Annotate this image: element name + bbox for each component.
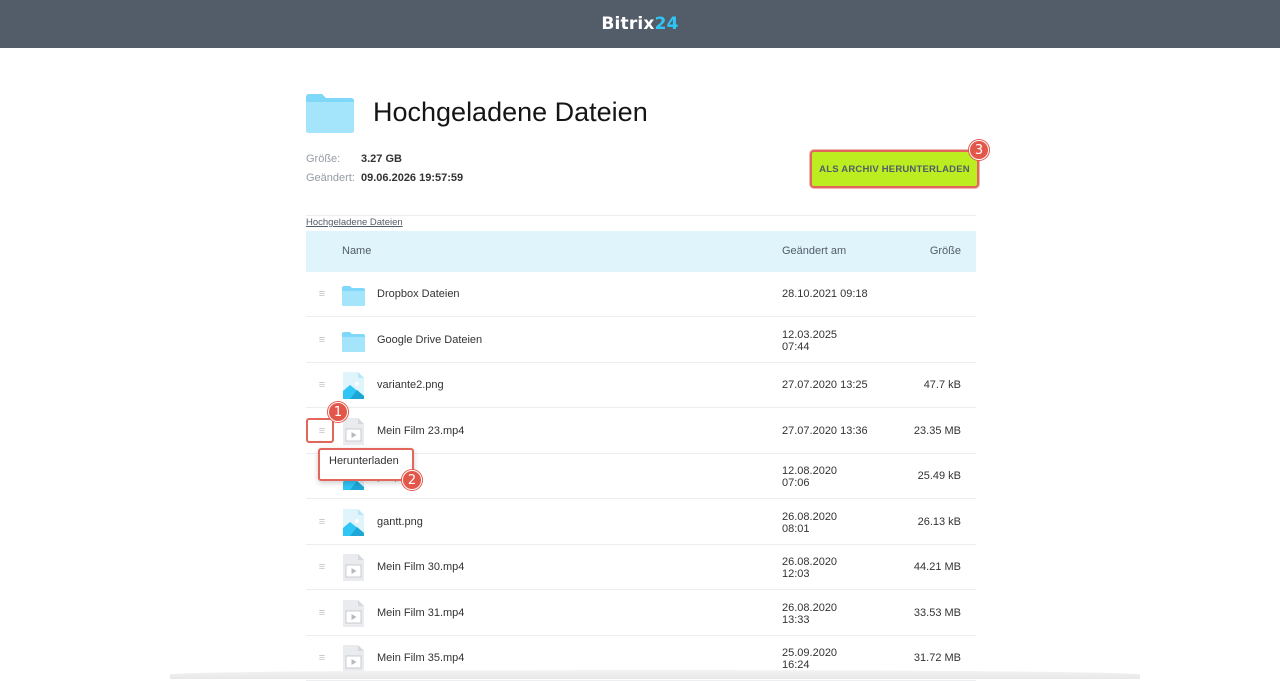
hamburger-menu-icon[interactable]: ≡ [316, 607, 328, 619]
modified-date: 25.09.2020 16:24 [782, 647, 872, 671]
table-row[interactable]: ≡ gantt.png 26.08.2020 08:01 26.13 kB [306, 500, 976, 545]
step-badge-2: 2 [402, 470, 422, 490]
bottom-edge [170, 670, 1140, 679]
modified-date: 26.08.2020 08:01 [782, 511, 872, 535]
modified-date-line1: 12.08.2020 [782, 465, 838, 477]
modified-date: 28.10.2021 09:18 [782, 288, 872, 300]
hamburger-menu-icon[interactable]: ≡ [316, 288, 328, 300]
file-size: 33.53 MB [913, 607, 961, 619]
video-file-icon[interactable] [342, 645, 365, 672]
modified-date-line1: 12.03.2025 [782, 329, 838, 341]
table-header: Name Geändert am Größe [306, 231, 976, 272]
image-file-icon[interactable] [342, 509, 365, 536]
step-badge-1: 1 [328, 402, 348, 422]
table-row[interactable]: ≡ Mein Film 30.mp4 26.08.2020 12:03 44.21 MB [306, 545, 976, 590]
modified-date: 26.08.2020 13:33 [782, 602, 872, 626]
changed-label: Geändert: [306, 172, 355, 184]
download-archive-button[interactable]: ALS ARCHIV HERUNTERLADEN [810, 150, 979, 188]
video-file-icon[interactable] [342, 418, 365, 445]
table-row[interactable]: ≡ Mein Film 31.mp4 26.08.2020 13:33 33.53 MB [306, 591, 976, 636]
table-row[interactable]: ≡ Google Drive Dateien 12.03.2025 07:44 [306, 318, 976, 363]
file-name[interactable]: gantt.png [377, 516, 423, 528]
size-info: Größe: 3.27 GB [306, 153, 402, 165]
file-name[interactable]: variante2.png [377, 379, 444, 391]
hamburger-menu-icon[interactable]: ≡ [316, 516, 328, 528]
modified-date-line2: 08:01 [782, 523, 810, 535]
step-badge-3: 3 [969, 140, 989, 160]
modified-date: 12.08.2020 07:06 [782, 465, 872, 489]
file-size: 31.72 MB [913, 652, 961, 664]
modified-date-line1: 26.08.2020 [782, 602, 838, 614]
top-bar: Bitrix24 [0, 0, 1280, 48]
modified-date: 12.03.2025 07:44 [782, 329, 872, 353]
divider [306, 215, 976, 216]
logo-number: 24 [654, 14, 679, 34]
hamburger-menu-icon[interactable]: ≡ [316, 561, 328, 573]
hamburger-menu-icon[interactable]: ≡ [316, 334, 328, 346]
modified-date-line2: 16:24 [782, 659, 810, 671]
modified-date-line1: 28.10.2021 09:18 [782, 288, 868, 300]
modified-date-line1: 25.09.2020 [782, 647, 838, 659]
breadcrumb[interactable]: Hochgeladene Dateien [306, 217, 403, 228]
modified-date: 27.07.2020 13:25 [782, 379, 872, 391]
modified-date-line1: 27.07.2020 13:36 [782, 425, 868, 437]
modified-date-line2: 13:33 [782, 614, 810, 626]
row-menu-highlight [306, 418, 334, 443]
size-value: 3.27 GB [361, 153, 402, 165]
table-row[interactable]: ≡ Dropbox Dateien 28.10.2021 09:18 [306, 272, 976, 317]
file-name[interactable]: Mein Film 30.mp4 [377, 561, 464, 573]
page-title: Hochgeladene Dateien [373, 97, 648, 127]
file-name[interactable]: Google Drive Dateien [377, 334, 482, 346]
file-name[interactable]: Mein Film 31.mp4 [377, 607, 464, 619]
modified-date: 27.07.2020 13:36 [782, 425, 872, 437]
file-name[interactable]: Mein Film 23.mp4 [377, 425, 464, 437]
file-size: 47.7 kB [923, 379, 961, 391]
image-file-icon[interactable] [342, 372, 365, 399]
folder-icon[interactable] [342, 327, 365, 354]
file-size: 44.21 MB [913, 561, 961, 573]
file-size: 25.49 kB [917, 470, 961, 482]
modified-date-line2: 12:03 [782, 568, 810, 580]
hamburger-menu-icon[interactable]: ≡ [316, 652, 328, 664]
modified-date-line1: 26.08.2020 [782, 556, 838, 568]
column-size[interactable]: Größe [930, 245, 961, 257]
file-name[interactable]: Mein Film 35.mp4 [377, 652, 464, 664]
modified-date-line2: 07:44 [782, 341, 810, 353]
file-size: 26.13 kB [917, 516, 961, 528]
size-label: Größe: [306, 153, 341, 165]
menu-item-download[interactable]: Herunterladen [329, 455, 399, 467]
video-file-icon[interactable] [342, 600, 365, 627]
column-name[interactable]: Name [342, 245, 371, 257]
hamburger-menu-icon[interactable]: ≡ [316, 379, 328, 391]
folder-icon [306, 94, 354, 133]
modified-date-line1: 27.07.2020 13:25 [782, 379, 868, 391]
file-name[interactable]: Dropbox Dateien [377, 288, 460, 300]
table-row[interactable]: ≡ variante2.png 27.07.2020 13:25 47.7 kB [306, 363, 976, 408]
file-size: 23.35 MB [913, 425, 961, 437]
changed-info: Geändert: 09.06.2026 19:57:59 [306, 172, 463, 184]
folder-icon[interactable] [342, 281, 365, 308]
modified-date: 26.08.2020 12:03 [782, 556, 872, 580]
column-changed[interactable]: Geändert am [782, 245, 846, 257]
video-file-icon[interactable] [342, 554, 365, 581]
modified-date-line2: 07:06 [782, 477, 810, 489]
changed-value: 09.06.2026 19:57:59 [361, 172, 464, 184]
modified-date-line1: 26.08.2020 [782, 511, 838, 523]
context-menu: Herunterladen [318, 448, 414, 481]
logo-main: Bitrix [601, 14, 655, 34]
bitrix24-logo[interactable]: Bitrix24 [601, 14, 678, 34]
